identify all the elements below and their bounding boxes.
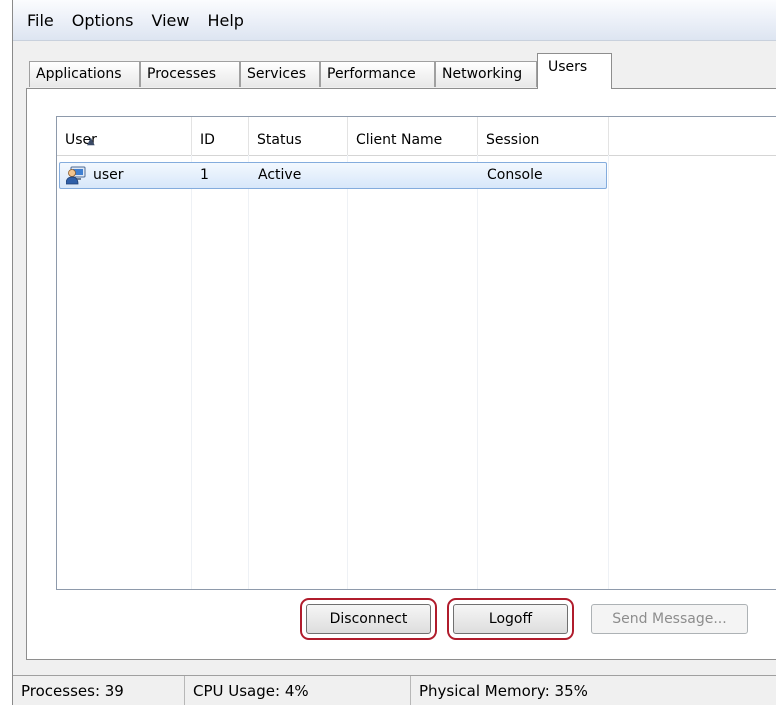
column-gridline — [608, 155, 609, 589]
column-gridline — [477, 155, 478, 589]
menu-view[interactable]: View — [143, 11, 199, 30]
tab-processes[interactable]: Processes — [140, 61, 240, 87]
tab-services[interactable]: Services — [240, 61, 320, 87]
table-row[interactable]: user 1 Active Console — [59, 162, 607, 189]
column-header-status[interactable]: Status — [249, 117, 347, 155]
column-divider[interactable] — [608, 117, 609, 155]
send-message-button[interactable]: Send Message... — [591, 604, 748, 634]
menu-file[interactable]: File — [27, 11, 63, 30]
tab-performance[interactable]: Performance — [320, 61, 435, 87]
status-bar: Processes: 39 CPU Usage: 4% Physical Mem… — [13, 675, 776, 705]
tab-users[interactable]: Users — [537, 53, 612, 89]
list-header: ▲ User ID Status Client Name Session — [57, 117, 776, 156]
disconnect-button[interactable]: Disconnect — [300, 598, 437, 640]
tab-networking[interactable]: Networking — [435, 61, 537, 87]
logoff-button[interactable]: Logoff — [447, 598, 574, 640]
menu-help[interactable]: Help — [198, 11, 252, 30]
sort-ascending-icon: ▲ — [87, 136, 95, 147]
column-header-id[interactable]: ID — [192, 117, 248, 155]
status-processes: Processes: 39 — [13, 676, 185, 705]
column-gridline — [347, 155, 348, 589]
column-gridline — [248, 155, 249, 589]
cell-session: Console — [487, 167, 543, 183]
cell-status: Active — [258, 167, 302, 183]
column-header-client-name[interactable]: Client Name — [348, 117, 477, 155]
menu-options[interactable]: Options — [63, 11, 143, 30]
column-header-session[interactable]: Session — [478, 117, 608, 155]
menu-bar: File Options View Help — [13, 0, 776, 41]
tab-applications[interactable]: Applications — [29, 61, 140, 87]
status-memory: Physical Memory: 35% — [419, 682, 588, 700]
column-gridline — [191, 155, 192, 589]
cell-user: user — [93, 167, 124, 183]
status-cpu: CPU Usage: 4% — [185, 676, 411, 705]
users-list[interactable]: ▲ User ID Status Client Name Session use… — [56, 116, 776, 590]
cell-id: 1 — [200, 167, 209, 183]
user-icon — [66, 166, 86, 185]
column-header-user[interactable]: ▲ User — [57, 117, 191, 155]
